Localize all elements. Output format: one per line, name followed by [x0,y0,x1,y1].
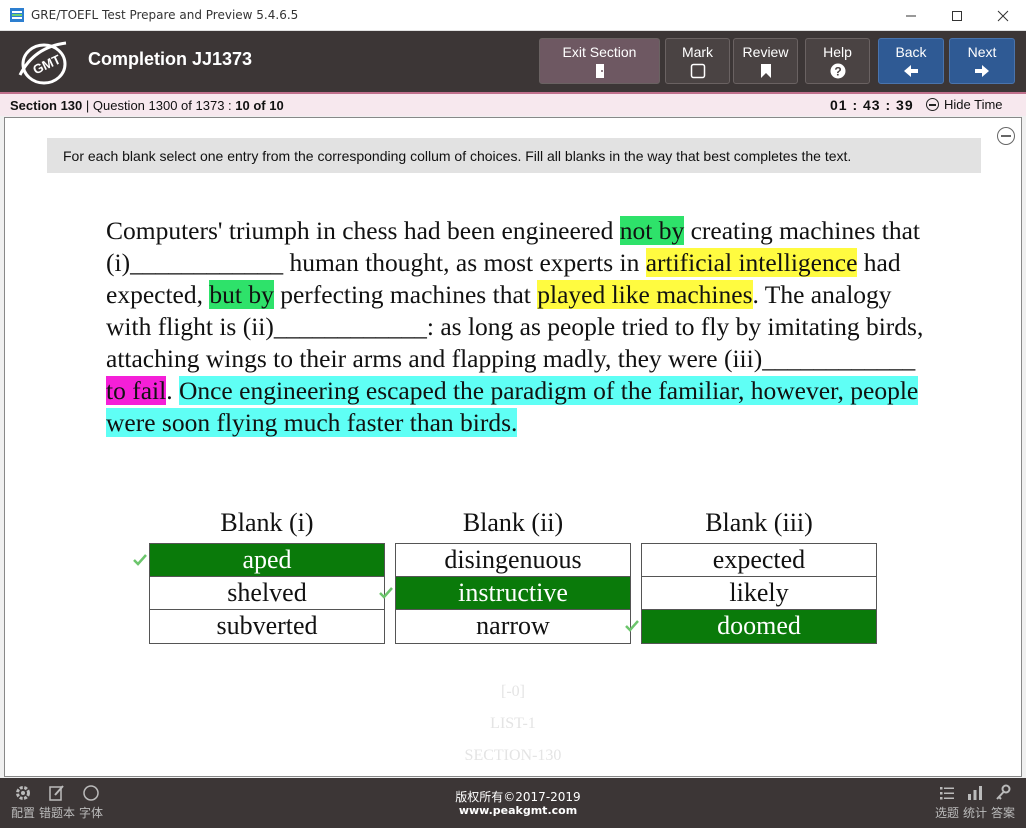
blank-i-title: Blank (i) [220,508,314,537]
collapse-icon[interactable] [997,127,1015,145]
highlight-yellow: artificial intelligence [645,248,858,277]
choice-disingenuous[interactable]: disingenuous [396,544,630,577]
highlight-yellow: played like machines [537,280,753,309]
bookmark-icon [760,64,771,78]
blank-ii-choices: disingenuous instructive narrow [395,543,631,644]
app-icon [10,8,24,22]
blank-ii-title: Blank (ii) [462,508,564,537]
choice-expected[interactable]: expected [642,544,876,577]
next-button[interactable]: Next [949,38,1015,84]
choice-shelved[interactable]: shelved [150,577,384,610]
footer-bar: 配置 错题本 字体 版权所有©2017-2019 www.peakgmt.com… [0,778,1026,828]
maximize-icon [952,10,962,21]
question-info-bar: Section 130 | Question 1300 of 1373 : 10… [0,92,1026,116]
minus-circle-icon [926,98,939,111]
exit-door-icon [595,64,604,78]
exit-section-button[interactable]: Exit Section [539,38,660,84]
question-panel: For each blank select one entry from the… [4,117,1022,777]
question-icon: ? [830,63,845,79]
passage-part: . [166,376,179,405]
help-label: Help [823,44,852,60]
arrow-left-icon [904,65,918,77]
list-icon [940,787,954,800]
back-button[interactable]: Back [878,38,944,84]
choice-doomed[interactable]: doomed [642,610,876,643]
svg-text:?: ? [834,65,841,79]
instructions: For each blank select one entry from the… [47,138,981,173]
timer: 01 : 43 : 39 [830,97,914,113]
test-title: Completion JJ1373 [88,49,253,69]
test-header: GMT Completion JJ1373 Exit Section Mark … [0,31,1026,92]
choice-narrow[interactable]: narrow [396,610,630,643]
choice-subverted[interactable]: subverted [150,610,384,643]
passage-part: Computers' triumph in chess had been eng… [106,216,620,245]
question-position: Section 130 | Question 1300 of 1373 : 10… [10,98,284,113]
section-label: Section 130 [10,98,83,113]
question-label: Question 1300 of 1373 : [92,98,236,113]
highlight-green: but by [209,280,274,309]
hide-time-button[interactable]: Hide Time [926,97,1003,112]
answers-button[interactable]: 答案 [986,784,1020,821]
circle-icon [83,785,99,801]
hide-time-label: Hide Time [944,97,1003,112]
question-count: 10 of 10 [235,98,284,113]
arrow-right-icon [975,65,989,77]
check-icon [133,554,147,566]
gear-icon [16,786,30,800]
review-button[interactable]: Review [733,38,798,84]
next-label: Next [967,44,997,60]
close-button[interactable] [980,0,1026,31]
close-icon [997,10,1009,21]
edit-icon [49,785,64,801]
meta-section: SECTION-130 [464,747,562,764]
highlight-cyan: Once engineering escaped the paradigm of… [106,376,919,437]
blank-iii-choices: expected likely doomed [641,543,877,644]
window-title: GRE/TOEFL Test Prepare and Preview 5.4.6… [31,8,299,22]
passage-part: perfecting machines that [273,280,538,309]
mark-button[interactable]: Mark [665,38,730,84]
back-label: Back [895,44,927,60]
copyright: 版权所有©2017-2019 www.peakgmt.com [413,790,623,818]
blank-i-choices: aped shelved subverted [149,543,385,644]
check-icon [379,587,393,599]
help-button[interactable]: Help ? [805,38,870,84]
mark-label: Mark [681,44,714,60]
font-button[interactable]: 字体 [74,784,108,821]
gmt-logo: GMT [18,41,67,85]
info-separator: | [82,98,93,113]
answers-label: 答案 [990,806,1015,820]
maximize-button[interactable] [934,0,980,31]
meta-score: [-0] [501,683,525,700]
copyright-line: 版权所有©2017-2019 [455,790,581,804]
choice-instructive[interactable]: instructive [396,577,630,610]
choice-likely[interactable]: likely [642,577,876,610]
choice-aped[interactable]: aped [150,544,384,577]
checkbox-icon [690,63,705,79]
review-label: Review [742,44,789,60]
window-titlebar: GRE/TOEFL Test Prepare and Preview 5.4.6… [0,0,1026,31]
font-label: 字体 [78,806,103,820]
highlight-green: not by [619,216,685,245]
minimize-button[interactable] [888,0,934,31]
check-icon [625,620,639,632]
exit-section-label: Exit Section [562,44,637,60]
bar-chart-icon [968,786,982,800]
key-icon [996,784,1011,800]
highlight-magenta: to fail [106,376,167,405]
website-link[interactable]: www.peakgmt.com [413,804,623,818]
meta-list: LIST-1 [490,715,536,732]
passage-text: Computers' triumph in chess had been eng… [106,215,926,439]
blank-iii-title: Blank (iii) [705,508,813,537]
minimize-icon [906,15,916,16]
